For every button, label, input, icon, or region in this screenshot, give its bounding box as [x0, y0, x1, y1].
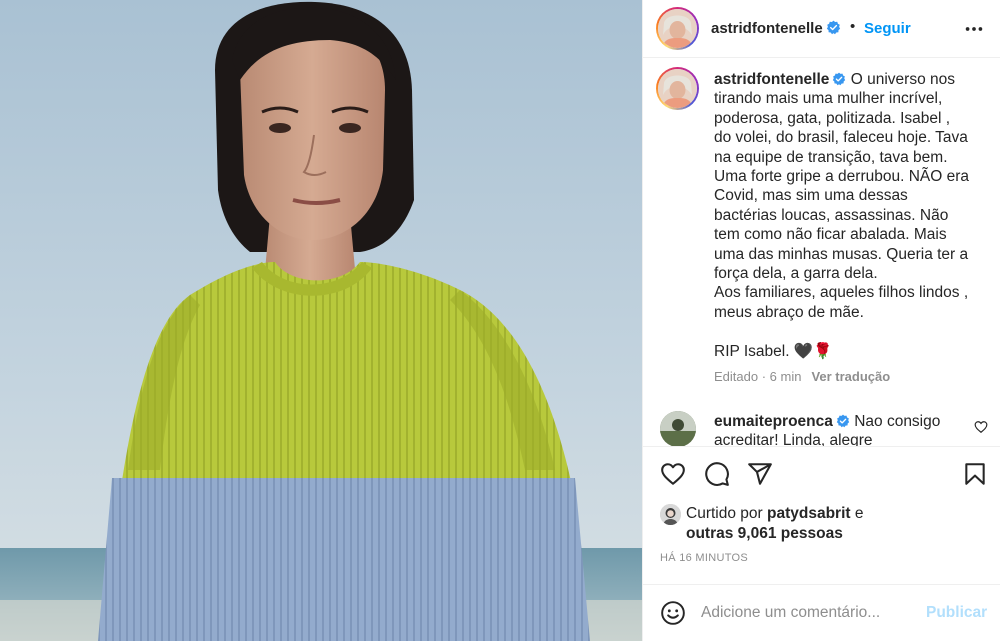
comments-list[interactable]: astridfontenelle O universo nos tirando … — [643, 58, 1000, 446]
caption-body: O universo nos tirando mais uma mulher i… — [714, 71, 970, 360]
post-details-panel: astridfontenelle • Seguir astridfontenel… — [642, 0, 1000, 641]
comment-icon[interactable] — [704, 461, 730, 487]
heart-icon[interactable] — [660, 461, 686, 487]
bookmark-icon[interactable] — [962, 461, 988, 487]
post-actions — [643, 446, 1000, 498]
likes-line: Curtido por patydsabrit e — [686, 505, 864, 523]
caption-author-avatar[interactable] — [656, 67, 699, 110]
commenter-username[interactable]: eumaiteproenca — [714, 413, 833, 430]
post-photo-image — [0, 0, 642, 641]
share-icon[interactable] — [747, 461, 773, 487]
comment-text: eumaiteproenca Nao consigo acreditar! Li… — [714, 412, 964, 446]
see-translation-link[interactable]: Ver tradução — [811, 369, 890, 384]
verified-badge-icon — [826, 20, 840, 35]
header-separator: • — [850, 18, 856, 35]
post-timestamp[interactable]: HÁ 16 MINUTOS — [660, 552, 748, 564]
likes-prefix: Curtido por — [686, 505, 763, 522]
likes-others-count[interactable]: outras 9,061 pessoas — [686, 525, 843, 542]
follow-button[interactable]: Seguir — [864, 20, 911, 37]
comment-input[interactable] — [701, 601, 911, 625]
author-username[interactable]: astridfontenelle — [711, 20, 841, 37]
caption-text: astridfontenelle O universo nos tirando … — [714, 70, 986, 361]
liker-username[interactable]: patydsabrit — [767, 505, 851, 522]
caption-timestamp: Editado · 6 min — [714, 369, 802, 384]
commenter-avatar[interactable] — [660, 411, 696, 446]
liker-avatar[interactable] — [660, 504, 681, 525]
likes-conjunction: e — [854, 505, 864, 522]
more-horizontal-icon[interactable] — [963, 18, 985, 40]
caption-meta: Editado · 6 min Ver tradução — [714, 369, 890, 384]
likes-others[interactable]: outras 9,061 pessoas — [686, 525, 843, 543]
add-comment-bar: Publicar — [643, 584, 1000, 641]
verified-badge-icon — [833, 72, 846, 86]
author-avatar[interactable] — [656, 7, 699, 50]
post-photo[interactable] — [0, 0, 642, 641]
emoji-icon[interactable] — [660, 600, 686, 626]
verified-badge-icon — [836, 414, 850, 428]
post-header: astridfontenelle • Seguir — [643, 0, 1000, 58]
caption-username[interactable]: astridfontenelle — [714, 71, 829, 88]
publish-button[interactable]: Publicar — [926, 604, 987, 622]
comment-like-heart-icon[interactable] — [974, 420, 988, 434]
